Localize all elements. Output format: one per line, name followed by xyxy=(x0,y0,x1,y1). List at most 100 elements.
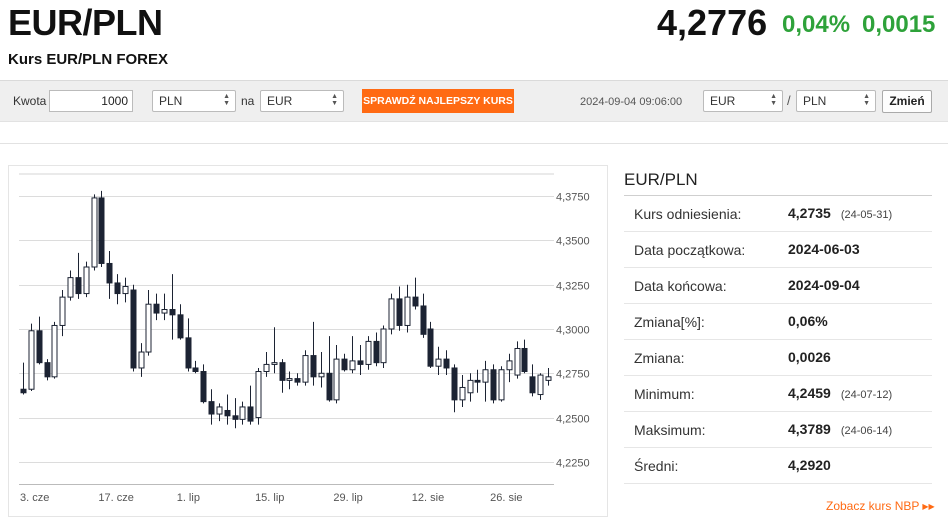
change-absolute: 0,0015 xyxy=(862,11,936,38)
stats-row-label: Data początkowa: xyxy=(634,242,746,258)
y-tick-label: 4,2250 xyxy=(556,458,590,470)
timestamp: 2024-09-04 09:06:00 xyxy=(580,96,683,108)
candle-body-up xyxy=(404,296,411,326)
quote-currency-select[interactable]: PLN ▲ ▼ xyxy=(796,90,876,112)
candle-body-up xyxy=(459,386,466,401)
candle-body-up xyxy=(122,285,129,295)
stats-value-date: (24-07-12) xyxy=(840,389,893,401)
stats-row-label: Maksimum: xyxy=(634,422,706,438)
stats-row-label: Data końcowa: xyxy=(634,278,727,294)
candle-body-up xyxy=(318,372,325,378)
amount-input[interactable] xyxy=(49,90,133,112)
select-arrows-icon: ▲ ▼ xyxy=(863,93,870,107)
candle-body-down xyxy=(443,358,450,369)
candle-body-up xyxy=(263,363,270,373)
pair-separator: / xyxy=(787,93,791,108)
candle-body-down xyxy=(36,330,43,364)
candle-body-up xyxy=(216,406,223,415)
candle-body-up xyxy=(138,351,145,369)
stats-row-value: 4,2735 (24-05-31) xyxy=(788,205,892,221)
stats-row-label: Średni: xyxy=(634,458,679,474)
stats-value-text: 4,2459 xyxy=(788,385,831,401)
candle-body-up xyxy=(286,378,293,381)
candle-body-up xyxy=(67,277,74,298)
candle-body-down xyxy=(341,358,348,371)
candle-body-down xyxy=(279,362,286,381)
candle-body-up xyxy=(239,406,246,420)
stats-row: Maksimum: 4,3789 (24-06-14) xyxy=(624,412,932,448)
stats-row: Data początkowa: 2024-06-03 xyxy=(624,232,932,268)
candle-body-up xyxy=(51,324,58,378)
candle-body-down xyxy=(420,305,427,335)
candle-body-down xyxy=(247,406,254,422)
stats-row-label: Minimum: xyxy=(634,386,695,402)
candle-body-down xyxy=(75,277,82,295)
stats-row-label: Zmiana[%]: xyxy=(634,314,705,330)
candle-body-up xyxy=(302,355,309,383)
change-percent: 0,04% xyxy=(782,11,851,38)
candle-body-down xyxy=(357,360,364,365)
price-chart: 4,2250 4,2500 4,2750 4,3000 4,3250 4,3500 4,37… xyxy=(8,165,608,517)
candle-body-up xyxy=(28,330,35,390)
to-currency-select[interactable]: EUR ▲ ▼ xyxy=(260,90,344,112)
change-pair-button[interactable]: Zmień xyxy=(882,90,932,113)
candle-body-up xyxy=(545,376,552,381)
stats-row-value: 4,2459 (24-07-12) xyxy=(788,385,892,401)
stats-row-value: 4,3789 (24-06-14) xyxy=(788,421,892,437)
x-tick-label: 12. sie xyxy=(412,492,444,504)
candle-body-down xyxy=(185,337,192,369)
base-currency-value: EUR xyxy=(710,94,736,108)
base-currency-select[interactable]: EUR ▲ ▼ xyxy=(703,90,783,112)
candle-body-up xyxy=(91,197,98,268)
stats-value-text: 4,2920 xyxy=(788,457,831,473)
select-arrows-icon: ▲ ▼ xyxy=(223,93,230,107)
candle-body-up xyxy=(161,309,168,314)
candle-body-up xyxy=(388,298,395,330)
stats-row-value: 0,06% xyxy=(788,313,828,329)
candle-body-up xyxy=(506,360,513,371)
candle-body-up xyxy=(537,374,544,396)
y-tick-label: 4,3750 xyxy=(556,192,590,204)
page-title: EUR/PLN xyxy=(8,2,163,43)
from-currency-value: PLN xyxy=(159,94,183,108)
stats-value-date: (24-06-14) xyxy=(840,425,893,437)
x-tick-label: 26. sie xyxy=(490,492,522,504)
from-currency-select[interactable]: PLN ▲ ▼ xyxy=(152,90,236,112)
x-tick-label: 29. lip xyxy=(333,492,362,504)
candle-body-up xyxy=(83,266,90,295)
candle-body-down xyxy=(200,371,207,403)
candle-body-up xyxy=(333,358,340,401)
candle-body-down xyxy=(130,289,137,369)
best-rate-button[interactable]: SPRAWDŹ NAJLEPSZY KURS xyxy=(362,89,514,113)
candle-body-down xyxy=(412,296,419,307)
candle-body-down xyxy=(326,372,333,401)
y-tick-label: 4,3000 xyxy=(556,325,590,337)
quote-currency-value: PLN xyxy=(803,94,827,108)
y-tick-label: 4,3500 xyxy=(556,236,590,248)
candle-body-up xyxy=(59,296,66,326)
candle-body-down xyxy=(177,314,184,339)
stats-row-value: 4,2920 xyxy=(788,457,831,473)
candle-body-down xyxy=(474,379,481,383)
nbp-link-label: Zobacz kurs NBP xyxy=(826,499,920,513)
page-subtitle: Kurs EUR/PLN FOREX xyxy=(8,51,169,68)
stats-value-text: 4,2735 xyxy=(788,205,831,221)
to-currency-value: EUR xyxy=(267,94,293,108)
candle-body-down xyxy=(153,303,160,314)
stats-row-value: 0,0026 xyxy=(788,349,831,365)
candle-body-down xyxy=(490,369,497,401)
to-label: na xyxy=(241,94,255,108)
stats-row: Data końcowa: 2024-09-04 xyxy=(624,268,932,304)
stats-row: Zmiana[%]: 0,06% xyxy=(624,304,932,340)
candle-body-up xyxy=(380,328,387,364)
candle-body-up xyxy=(482,369,489,383)
candle-body-down xyxy=(20,388,27,394)
stats-value-text: 2024-09-04 xyxy=(788,277,860,293)
candle-body-down xyxy=(232,415,239,420)
x-tick-label: 15. lip xyxy=(255,492,284,504)
stats-row-label: Kurs odniesienia: xyxy=(634,206,742,222)
nbp-rate-link[interactable]: Zobacz kurs NBP ▶▶ xyxy=(826,499,935,513)
candle-body-up xyxy=(271,362,278,365)
double-arrow-right-icon: ▶▶ xyxy=(922,502,935,511)
stats-row-value: 2024-06-03 xyxy=(788,241,860,257)
